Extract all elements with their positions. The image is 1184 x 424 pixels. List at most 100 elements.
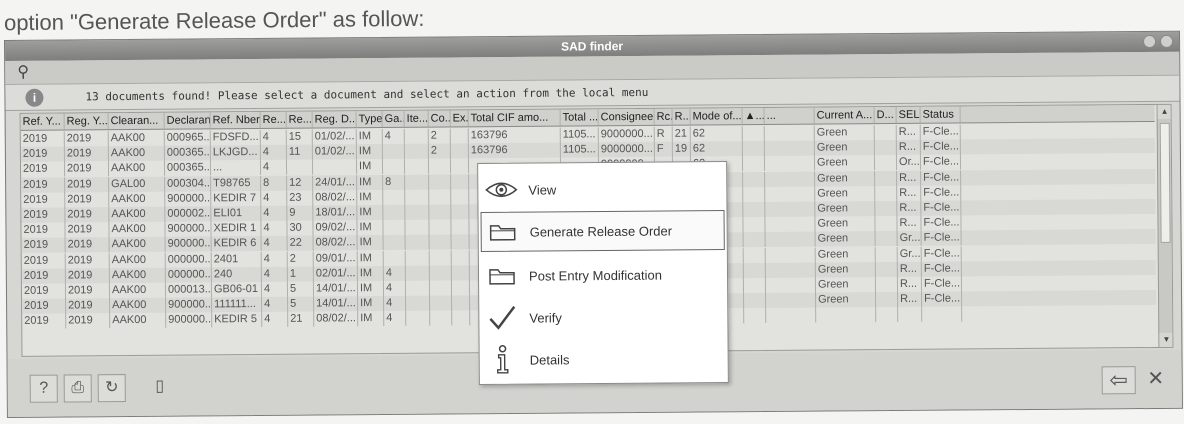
table-cell — [405, 219, 430, 236]
table-cell: Green — [815, 201, 876, 217]
table-cell — [451, 173, 470, 190]
column-header[interactable]: Ref. Y... — [20, 113, 65, 130]
column-header[interactable]: Mode of... — [690, 108, 743, 125]
table-cell — [383, 250, 406, 266]
table-cell: 08/02/... — [313, 235, 358, 251]
table-cell: 15 — [286, 129, 313, 145]
scroll-up-icon[interactable]: ▲ — [1157, 104, 1172, 119]
table-cell — [875, 246, 898, 262]
column-header[interactable]: Reg. Y... — [64, 113, 109, 130]
refresh-button[interactable]: ↻ — [97, 374, 126, 403]
table-cell: 4 — [262, 312, 289, 328]
search-icon[interactable]: ⚲ — [13, 63, 33, 83]
close-button[interactable]: ✕ — [1142, 366, 1170, 394]
table-cell: 12 — [287, 175, 314, 191]
column-header[interactable]: Declarant — [164, 112, 211, 129]
folder-icon — [482, 212, 524, 252]
table-cell — [404, 159, 430, 175]
table-cell: 2019 — [21, 207, 66, 223]
table-cell: AAK00 — [109, 252, 166, 268]
table-cell: GAL00 — [109, 176, 166, 192]
table-cell: IM — [357, 265, 384, 282]
table-cell: 900000... — [166, 312, 213, 329]
column-header[interactable]: Ite... — [404, 110, 429, 127]
menu-item-generate-release-order[interactable]: Generate Release Order — [480, 210, 725, 252]
column-header[interactable]: D... — [874, 106, 897, 124]
table-cell: 163796 — [468, 142, 561, 159]
table-cell: Green — [815, 261, 876, 278]
column-header[interactable]: R... — [672, 108, 691, 125]
table-cell: AAK00 — [110, 313, 167, 329]
menu-item-details[interactable]: Details — [482, 338, 726, 380]
table-cell: AAK00 — [110, 297, 167, 314]
column-header[interactable]: Re... — [286, 111, 313, 128]
table-cell — [429, 219, 452, 235]
table-cell: 1 — [287, 266, 314, 282]
column-header[interactable]: Type — [356, 111, 383, 128]
menu-item-post-entry-modification[interactable]: Post Entry Modification — [481, 254, 725, 296]
table-cell: 4 — [383, 280, 407, 297]
scroll-down-icon[interactable]: ▼ — [1159, 332, 1174, 347]
table-cell: Green — [814, 140, 875, 156]
table-cell: 000000... — [165, 267, 212, 283]
table-cell: R... — [896, 124, 921, 140]
column-header[interactable]: Consignee — [598, 108, 655, 126]
table-cell: 2019 — [65, 237, 110, 253]
table-cell — [743, 247, 766, 263]
table-cell: 4 — [261, 190, 288, 206]
column-header[interactable]: Rc... — [654, 108, 673, 125]
help-button[interactable]: ? — [29, 374, 58, 403]
table-cell: R... — [897, 276, 923, 292]
clipboard-button[interactable]: ▯ — [146, 374, 174, 402]
vertical-scrollbar[interactable]: ▲ ▼ — [1156, 104, 1174, 347]
close-icon: ✕ — [1147, 367, 1165, 391]
table-cell — [383, 204, 406, 221]
table-cell: Green — [815, 246, 876, 263]
table-cell: 4 — [384, 296, 407, 312]
table-cell — [405, 250, 430, 266]
menu-item-verify[interactable]: Verify — [481, 296, 725, 338]
window-controls — [1142, 34, 1174, 49]
column-header[interactable]: Clearan... — [108, 112, 165, 130]
table-cell — [765, 216, 816, 233]
column-header[interactable]: Total CIF amo... — [468, 109, 561, 127]
column-header[interactable]: Co... — [428, 110, 451, 127]
table-cell: 08/02/... — [314, 311, 359, 327]
column-header[interactable]: Ref. Nber — [210, 111, 261, 129]
table-cell: IM — [357, 235, 384, 251]
table-cell — [429, 204, 452, 220]
back-button[interactable]: ⇦ — [1101, 366, 1136, 395]
table-cell: F-Cle... — [922, 291, 963, 307]
table-cell: 2019 — [66, 313, 111, 329]
table-cell: 22 — [287, 235, 314, 252]
column-header[interactable]: Current A... — [814, 107, 875, 124]
table-cell: 2 — [428, 143, 451, 159]
table-cell — [765, 232, 816, 248]
table-cell: 2019 — [21, 192, 66, 208]
table-cell — [876, 307, 899, 323]
table-cell: Green — [815, 185, 876, 202]
menu-item-view[interactable]: View — [480, 168, 724, 210]
column-header[interactable]: Ga... — [382, 110, 405, 128]
column-header[interactable]: SEL — [896, 106, 921, 123]
table-cell: 2019 — [22, 298, 67, 315]
menu-label-generate-release-order: Generate Release Order — [529, 222, 673, 240]
table-cell: AAK00 — [108, 145, 165, 162]
column-header[interactable]: Status — [920, 106, 961, 123]
table-cell — [743, 262, 766, 278]
column-header[interactable]: ... — [764, 107, 815, 125]
column-header[interactable]: Reg. D... — [312, 111, 357, 128]
column-header[interactable]: Re... — [260, 111, 287, 128]
table-cell: Green — [815, 231, 876, 248]
minimize-button[interactable] — [1142, 34, 1157, 49]
print-button[interactable]: ⎙ — [63, 374, 92, 403]
table-cell — [451, 219, 470, 235]
scroll-thumb[interactable] — [1159, 122, 1171, 243]
column-header[interactable]: Total ... — [560, 109, 599, 126]
maximize-button[interactable] — [1159, 34, 1174, 48]
table-cell: Green — [815, 216, 876, 232]
column-header[interactable]: ▲... — [742, 108, 765, 125]
table-cell — [765, 201, 816, 218]
table-cell: R... — [897, 261, 922, 277]
column-header[interactable]: Ex... — [450, 110, 469, 127]
